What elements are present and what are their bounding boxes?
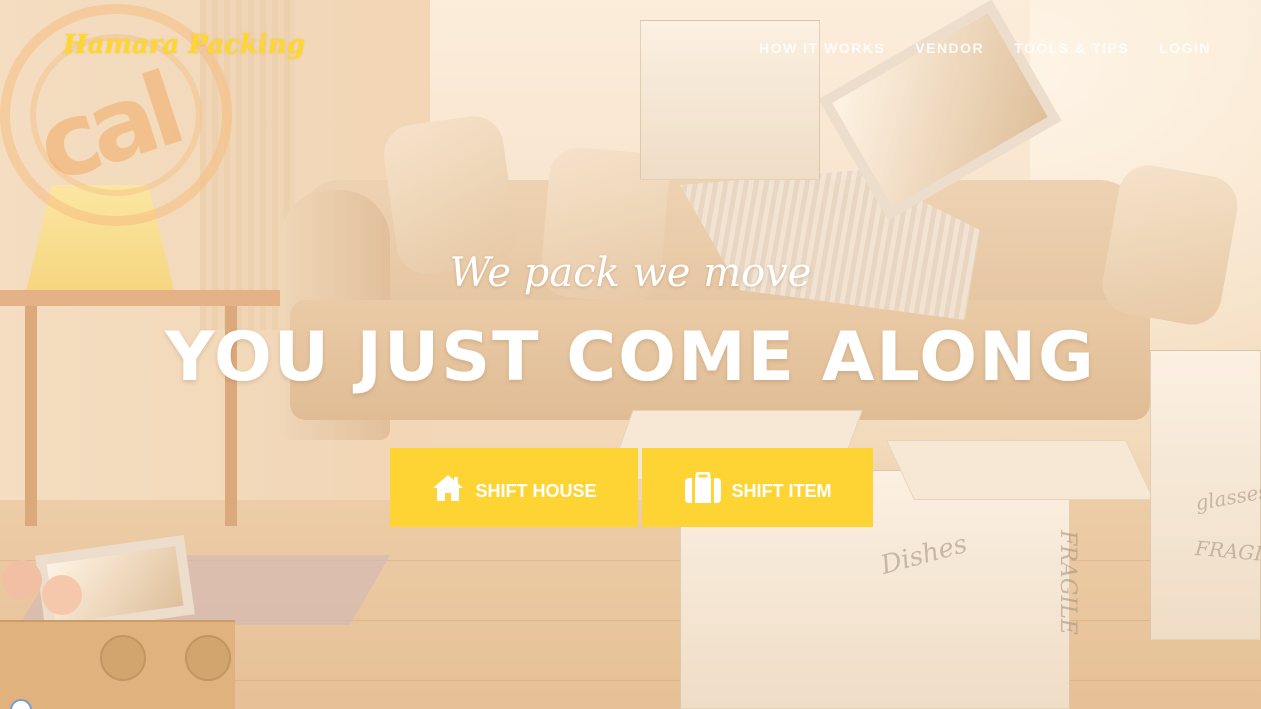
shift-house-button[interactable]: SHIFT HOUSE (390, 448, 638, 527)
brand-logo-link[interactable]: Hamara Packing (63, 30, 305, 60)
briefcase-icon (684, 471, 722, 504)
cta-group: SHIFT HOUSE SHIFT ITEM (390, 448, 873, 527)
home-icon (431, 473, 465, 503)
hero-tagline: We pack we move (449, 250, 812, 296)
nav-login[interactable]: LOGIN (1159, 40, 1211, 56)
nav-tools-tips[interactable]: TOOLS & TIPS (1014, 40, 1129, 56)
shift-item-button[interactable]: SHIFT ITEM (642, 448, 873, 527)
main-nav: HOW IT WORKS VENDOR TOOLS & TIPS LOGIN (759, 40, 1211, 56)
shift-item-label: SHIFT ITEM (731, 481, 832, 501)
hero-headline: YOU JUST COME ALONG (165, 318, 1096, 397)
nav-how-it-works[interactable]: HOW IT WORKS (759, 40, 885, 56)
nav-vendor[interactable]: VENDOR (915, 40, 984, 56)
shift-house-label: SHIFT HOUSE (475, 481, 597, 501)
